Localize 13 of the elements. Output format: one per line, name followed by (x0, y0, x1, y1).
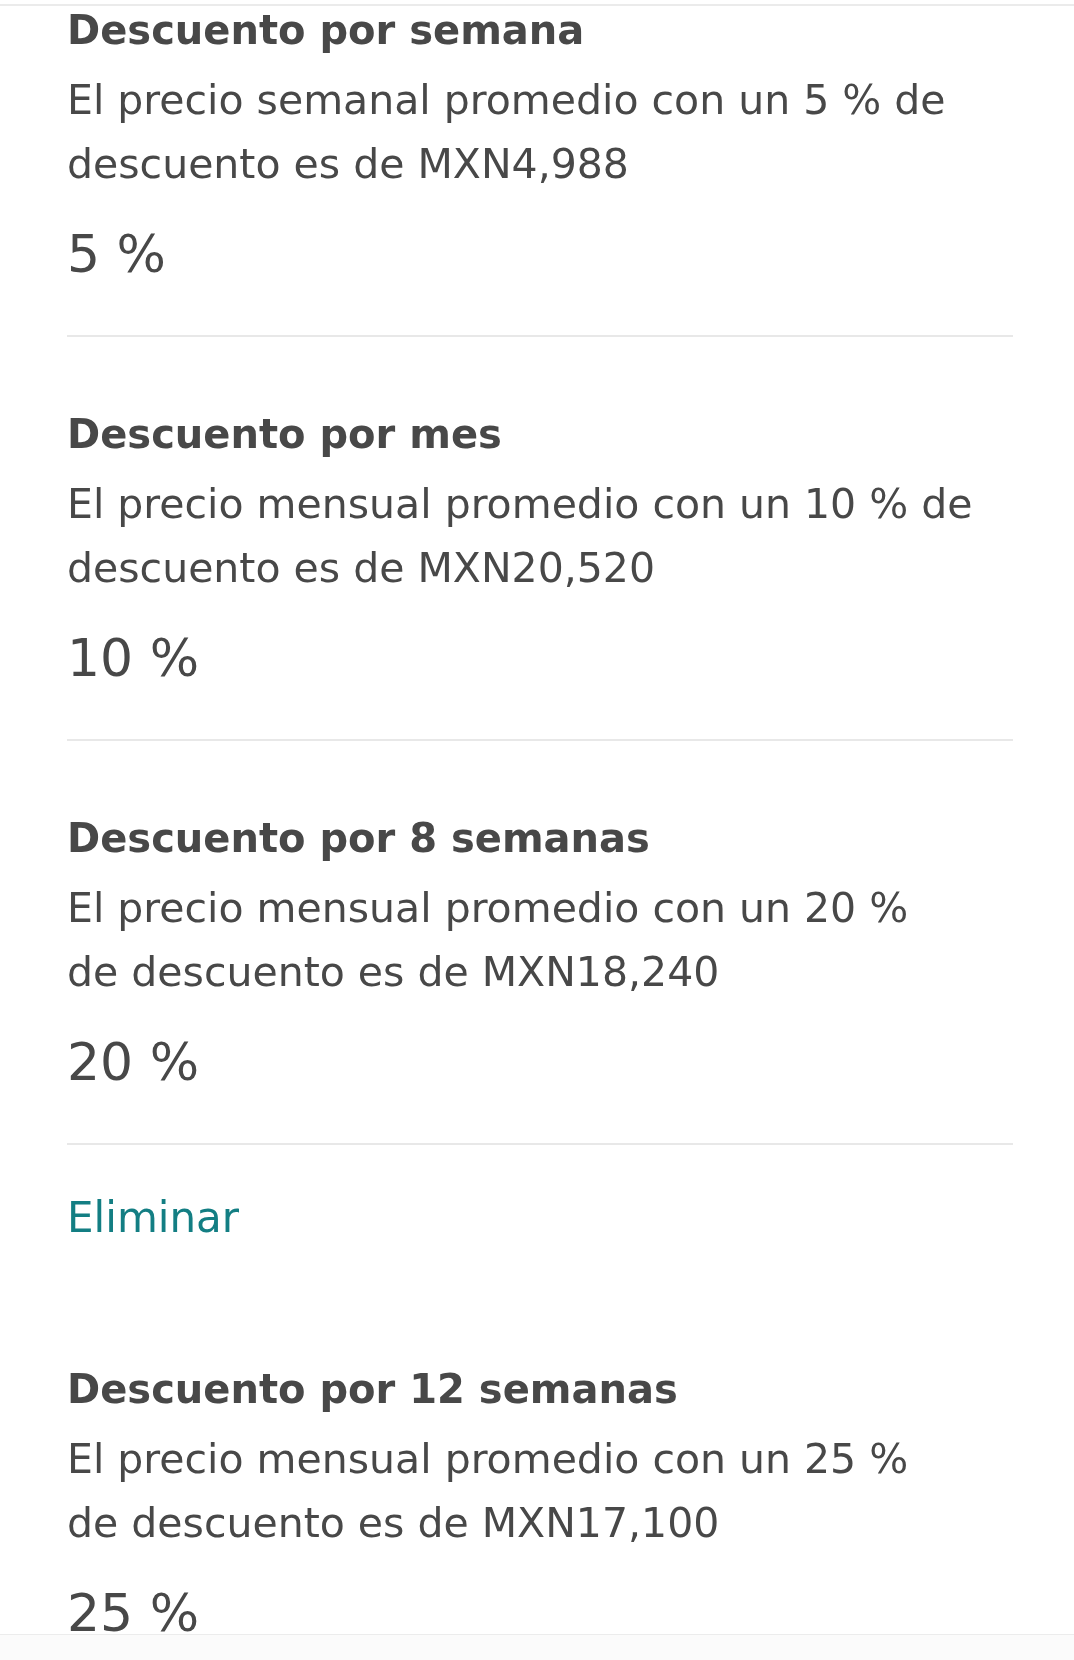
discount-title: Descuento por 8 semanas (67, 814, 650, 862)
discount-description: El precio mensual promedio con un 25 % de descuento es de MXN17,100 (67, 1434, 909, 1549)
discount-title: Descuento por mes (67, 410, 502, 458)
discount-value: 5 % (67, 233, 167, 275)
remove-link[interactable]: Eliminar (67, 1186, 240, 1250)
discount-title: Descuento por semana (67, 6, 585, 54)
discount-value: 20 % (67, 1041, 200, 1083)
discount-description: El precio mensual promedio con un 10 % de descuento es de MXN20,520 (67, 479, 973, 594)
discount-title: Descuento por 12 semanas (67, 1365, 678, 1413)
discount-value: 10 % (67, 637, 200, 679)
discount-value: 25 % (67, 1592, 200, 1634)
discount-description: El precio semanal promedio con un 5 % de descuento es de MXN4,988 (67, 75, 946, 190)
discount-description: El precio mensual promedio con un 20 % de descuento es de MXN18,240 (67, 883, 909, 998)
